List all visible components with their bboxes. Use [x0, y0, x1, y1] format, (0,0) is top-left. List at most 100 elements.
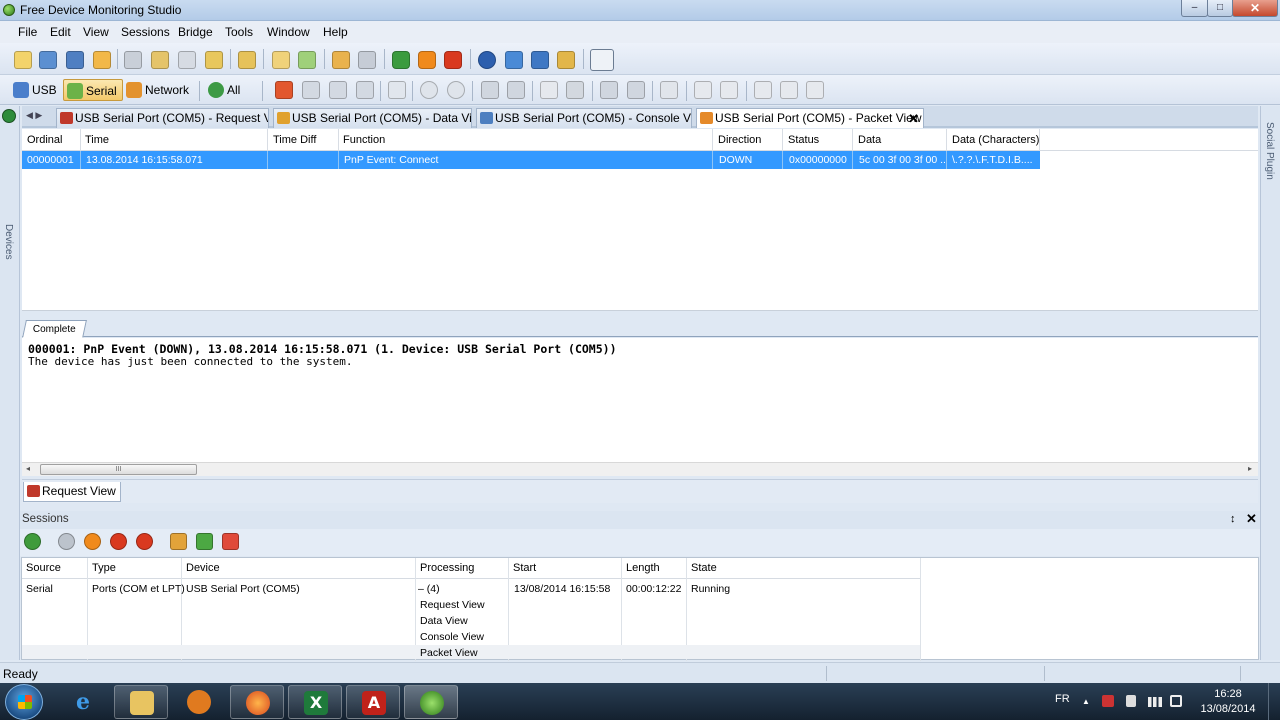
- power-icon[interactable]: [1126, 695, 1136, 707]
- taskbar-acrobat[interactable]: A: [346, 685, 400, 719]
- column-header-length[interactable]: Length: [626, 562, 660, 574]
- pause-icon[interactable]: [418, 51, 436, 69]
- refresh-icon[interactable]: [478, 51, 496, 69]
- tab-request-view-bottom[interactable]: Request View: [23, 482, 121, 502]
- copy-icon[interactable]: [151, 51, 169, 69]
- stop-icon[interactable]: [444, 51, 462, 69]
- select-prev-icon[interactable]: [356, 81, 374, 99]
- filter-icon[interactable]: [238, 51, 256, 69]
- show-hidden-icons-icon[interactable]: ▲: [1082, 697, 1090, 706]
- export-up-icon[interactable]: [754, 81, 772, 99]
- menu-edit[interactable]: Edit: [50, 25, 71, 39]
- column-header-ordinal[interactable]: Ordinal: [27, 134, 62, 146]
- processing-expander[interactable]: – (4): [418, 583, 440, 595]
- horizontal-scrollbar[interactable]: ◂ III ▸: [22, 462, 1258, 476]
- start-icon[interactable]: [392, 51, 410, 69]
- devices-side-panel[interactable]: Devices: [0, 106, 20, 660]
- column-header-state[interactable]: State: [691, 562, 717, 574]
- filter-serial-button[interactable]: Serial: [63, 79, 123, 101]
- remove-view-icon[interactable]: [222, 533, 239, 550]
- column-divider[interactable]: [712, 129, 713, 151]
- column-header-start[interactable]: Start: [513, 562, 536, 574]
- column-divider[interactable]: [946, 129, 947, 151]
- show-desktop-button[interactable]: [1268, 683, 1280, 720]
- column-divider[interactable]: [782, 129, 783, 151]
- script-braces-icon[interactable]: [590, 49, 614, 71]
- column-divider[interactable]: [852, 129, 853, 151]
- volume-icon[interactable]: [1170, 695, 1182, 707]
- select-icon[interactable]: [302, 81, 320, 99]
- paste-icon[interactable]: [178, 51, 196, 69]
- minimize-button[interactable]: –: [1181, 0, 1208, 17]
- save-icon[interactable]: [39, 51, 57, 69]
- column-header-time-diff[interactable]: Time Diff: [273, 134, 316, 146]
- scroll-right-icon[interactable]: ▸: [1248, 464, 1252, 473]
- start-session-icon[interactable]: [24, 533, 41, 550]
- close-tab-button[interactable]: ✕: [908, 109, 919, 128]
- devices-pin-icon[interactable]: [2, 109, 16, 123]
- scroll-thumb[interactable]: III: [40, 464, 197, 475]
- clear-icon[interactable]: [358, 51, 376, 69]
- layout-icon[interactable]: [540, 81, 558, 99]
- clipboard-icon[interactable]: [205, 51, 223, 69]
- layout-split-icon[interactable]: [566, 81, 584, 99]
- column-header-type[interactable]: Type: [92, 562, 116, 574]
- column-header-data-characters[interactable]: Data (Characters): [952, 134, 1039, 146]
- packet-details-panel[interactable]: 000001: PnP Event (DOWN), 13.08.2014 16:…: [22, 338, 1258, 462]
- close-panel-button[interactable]: ✕: [1246, 511, 1257, 527]
- processing-packet-view[interactable]: Packet View: [420, 647, 478, 659]
- column-divider[interactable]: [338, 129, 339, 151]
- export-down-icon[interactable]: [780, 81, 798, 99]
- menu-help[interactable]: Help: [323, 25, 348, 39]
- column-header-device[interactable]: Device: [186, 562, 220, 574]
- cut-icon[interactable]: [124, 51, 142, 69]
- action-center-flag-icon[interactable]: [1102, 695, 1114, 707]
- cell-device[interactable]: USB Serial Port (COM5): [186, 583, 300, 595]
- column-header-status[interactable]: Status: [788, 134, 819, 146]
- line-chart-alt-icon[interactable]: [720, 81, 738, 99]
- group-icon[interactable]: [600, 81, 618, 99]
- processing-data-view[interactable]: Data View: [420, 615, 468, 627]
- menu-file[interactable]: File: [18, 25, 37, 39]
- resume-session-icon[interactable]: [58, 533, 75, 550]
- new-session-icon[interactable]: [14, 51, 32, 69]
- tab-packet-view[interactable]: USB Serial Port (COM5) - Packet View ✕: [696, 108, 924, 128]
- menu-bridge[interactable]: Bridge: [178, 25, 213, 39]
- tab-complete[interactable]: Complete: [22, 320, 87, 338]
- language-indicator[interactable]: FR: [1055, 693, 1070, 705]
- pause-session-icon[interactable]: [84, 533, 101, 550]
- bridge-icon[interactable]: [557, 51, 575, 69]
- tab-console-view[interactable]: USB Serial Port (COM5) - Console View: [476, 108, 692, 128]
- export-all-icon[interactable]: [806, 81, 824, 99]
- decode-all-icon[interactable]: [507, 81, 525, 99]
- column-header-source[interactable]: Source: [26, 562, 61, 574]
- cell-length[interactable]: 00:00:12:22: [626, 583, 681, 595]
- column-divider[interactable]: [267, 129, 268, 151]
- taskbar-device-monitoring-studio[interactable]: [404, 685, 458, 719]
- filter-network-button[interactable]: Network: [123, 79, 194, 101]
- save-as-icon[interactable]: [66, 51, 84, 69]
- taskbar-media-player[interactable]: [172, 685, 226, 719]
- start-button[interactable]: [5, 684, 43, 720]
- column-divider[interactable]: [80, 129, 81, 151]
- packet-filter-icon[interactable]: [275, 81, 293, 99]
- column-divider[interactable]: [1039, 129, 1040, 151]
- windows-icon[interactable]: [531, 51, 549, 69]
- column-header-function[interactable]: Function: [343, 134, 385, 146]
- scatter-icon[interactable]: [660, 81, 678, 99]
- add-view-icon[interactable]: [196, 533, 213, 550]
- processing-console-view[interactable]: Console View: [420, 631, 484, 643]
- stop-session-icon[interactable]: [110, 533, 127, 550]
- maximize-button[interactable]: □: [1207, 0, 1233, 17]
- tab-data-view[interactable]: USB Serial Port (COM5) - Data View: [273, 108, 472, 128]
- session-properties-icon[interactable]: [170, 533, 187, 550]
- sessions-table[interactable]: Source Type Device Processing Start Leng…: [21, 557, 1259, 661]
- menu-view[interactable]: View: [83, 25, 109, 39]
- tab-request-view[interactable]: USB Serial Port (COM5) - Request View: [56, 108, 269, 128]
- menu-sessions[interactable]: Sessions: [121, 25, 170, 39]
- network-signal-icon[interactable]: [1148, 697, 1162, 707]
- cell-type[interactable]: Ports (COM et LPT): [92, 583, 185, 595]
- taskbar-internet-explorer[interactable]: e: [56, 685, 110, 719]
- pin-panel-icon[interactable]: ↕: [1230, 513, 1236, 525]
- column-header-time[interactable]: Time: [85, 134, 109, 146]
